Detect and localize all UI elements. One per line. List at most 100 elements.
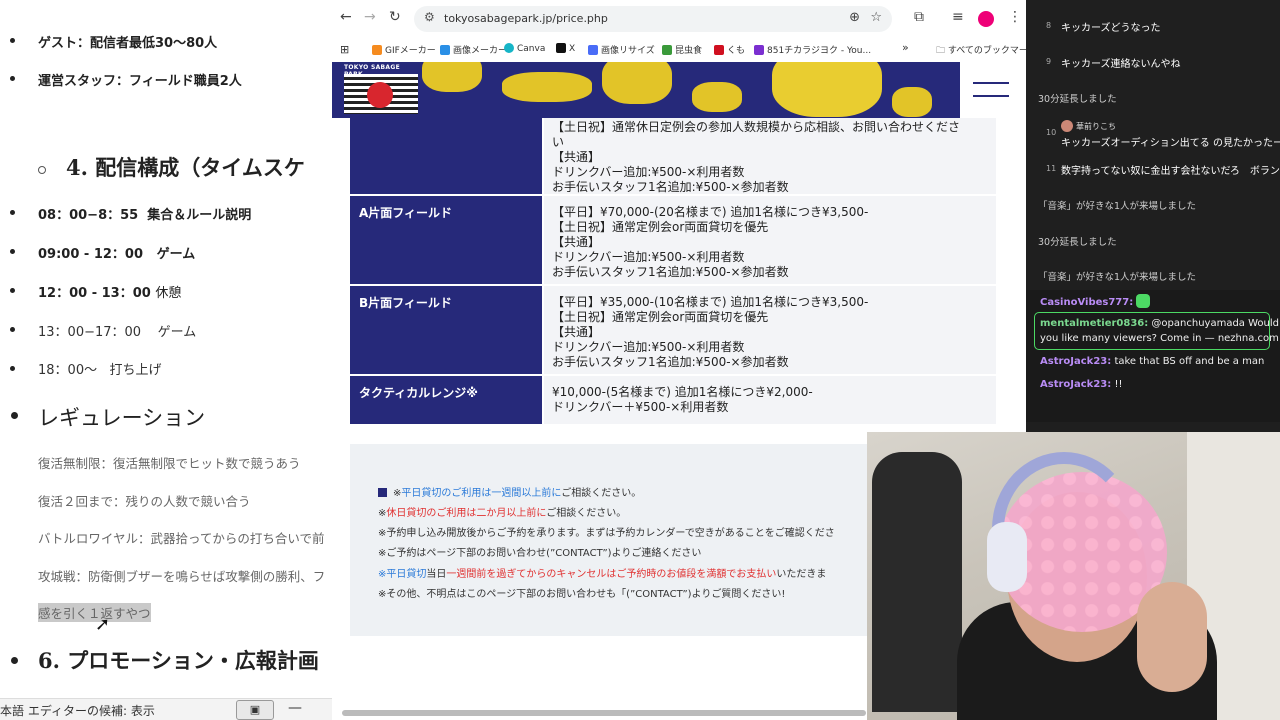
schedule-time: 08：00−8：55 [38, 208, 139, 223]
chat-text: キッカーズオーディション出てる の見たかったー [1061, 138, 1280, 149]
pricing-row: タクティカルレンジ※ ¥10,000-(5名様まで) 追加1名様につき¥2,00… [350, 376, 996, 424]
reload-icon[interactable]: ↻ [389, 9, 401, 25]
bookmark-item[interactable]: GIFメーカー [372, 43, 436, 56]
extensions-icon[interactable]: ⧉ [914, 9, 924, 25]
hamburger-icon[interactable] [960, 62, 1026, 118]
bookmark-item[interactable]: X [556, 43, 575, 54]
url-text[interactable]: tokyosabagepark.jp/price.php [444, 12, 608, 25]
note-text: ご相談ください。 [561, 488, 642, 499]
regulation-item: 攻城戦：防衛側ブザーを鳴らせば攻撃側の勝利、フ [38, 569, 326, 584]
pricing-row-detail: 【平日】¥35,000-(10名様まで) 追加1名様につき¥3,500- 【土日… [544, 286, 996, 374]
apps-grid-icon[interactable]: ⊞ [340, 43, 349, 56]
webcam-feed [867, 432, 1280, 720]
zoom-icon[interactable]: ⊕ [849, 10, 860, 25]
note-text: ご相談ください。 [546, 508, 627, 519]
back-icon[interactable]: ← [340, 9, 352, 25]
folder-icon: 🗀 [936, 46, 946, 56]
note-highlight: 平日貸切のご利用は一週間以上前に [401, 488, 562, 499]
system-text: 30分延長しました [1038, 94, 1117, 105]
profile-avatar[interactable] [978, 11, 994, 27]
bookmark-item[interactable]: 画像メーカー [440, 43, 507, 56]
note-text: 当日 [426, 569, 447, 580]
pricing-row-name: タクティカルレンジ※ [350, 376, 542, 424]
bookmark-item[interactable]: くも [714, 43, 745, 56]
section4-heading: 4. 配信構成（タイムスケ [66, 155, 305, 180]
menu-dots-icon[interactable]: ⋮ [1008, 9, 1022, 25]
editor-status-bar: 本語 エディターの候補: 表示 ▣ — [0, 698, 332, 720]
bookmark-label: 851チカラジヨク - You... [767, 46, 872, 56]
bookmarks-overflow-button[interactable]: » [902, 41, 909, 54]
bullet-dot [10, 38, 15, 43]
twitch-message: mentalmetier0836: @opanchuyamada Would [1040, 318, 1279, 329]
pricing-row: B片面フィールド 【平日】¥35,000-(10名様まで) 追加1名様につき¥3… [350, 286, 996, 374]
media-icon[interactable]: ≡ [952, 9, 964, 25]
pricing-row: A片面フィールド 【平日】¥70,000-(20名様まで) 追加1名様につき¥3… [350, 196, 996, 284]
bookmark-item[interactable]: Canva [504, 43, 545, 54]
twitch-text: @opanchuyamada Would [1151, 318, 1279, 329]
bookmark-item[interactable]: 851チカラジヨク - You... [754, 43, 871, 56]
pricing-row-detail: ¥10,000-(5名様まで) 追加1名様につき¥2,000- ドリンクバー＋¥… [544, 376, 996, 424]
pricing-row-name: B片面フィールド [350, 286, 542, 374]
detail-line: 【平日】¥35,000-(10名様まで) 追加1名様につき¥3,500- [552, 295, 869, 309]
chat-index: 9 [1046, 57, 1052, 66]
twitch-username: CasinoVibes777: [1040, 297, 1134, 308]
camo-pattern [892, 87, 932, 117]
note-highlight: 平日貸切 [386, 569, 427, 580]
all-bookmarks-label: すべてのブックマーク [947, 46, 1026, 56]
horizontal-scrollbar[interactable] [342, 710, 866, 716]
pricing-row-name [350, 118, 542, 194]
address-bar[interactable]: ⚙ tokyosabagepark.jp/price.php ⊕ ☆ [414, 6, 892, 32]
note-line: ※その他、不明点はこのページ下部のお問い合わせも「(”CONTACT”)よりご質… [378, 589, 786, 600]
schedule-row: 12：00 - 13：00 休憩 [38, 282, 181, 301]
detail-line: 【共通】 [552, 150, 601, 164]
bookmark-favicon [372, 45, 382, 55]
twitch-chat: CasinoVibes777: mentalmetier0836: @opanc… [1026, 290, 1280, 422]
pricing-row-name: A片面フィールド [350, 196, 542, 284]
twitch-message: AstroJack23: !! [1040, 379, 1122, 390]
chat-text: キッカーズどうなった [1061, 23, 1161, 34]
chat-message: 10 華前りこち キッカーズオーディション出てる の見たかったー [1026, 120, 1280, 150]
detail-line: 【平日】¥70,000-(20名様まで) 追加1名様につき¥3,500- [552, 205, 869, 219]
bookmark-label: くも [727, 46, 746, 56]
bookmark-favicon [504, 43, 514, 53]
page-view-icon[interactable]: ▣ [236, 700, 274, 720]
note-text: いただきま [776, 569, 827, 580]
bullet-dot [11, 657, 18, 664]
forward-icon[interactable]: → [364, 9, 376, 25]
regulation-item: バトルロワイヤル：武器拾ってからの打ち合いで前 [38, 531, 325, 546]
chat-index: 8 [1046, 21, 1052, 30]
system-text: 「音楽」が好きな1人が来場しました [1038, 201, 1197, 212]
bookmark-item[interactable]: 画像リサイズ [588, 43, 655, 56]
system-text: 30分延長しました [1038, 237, 1117, 248]
detail-line: ドリンクバー追加:¥500-×利用者数 [552, 165, 745, 179]
bookmark-label: Canva [517, 44, 546, 54]
bookmark-item[interactable]: 昆虫食 [662, 43, 702, 56]
twitch-text: !! [1114, 379, 1123, 390]
detail-line: お手伝いスタッフ1名追加:¥500-×参加者数 [552, 180, 789, 194]
schedule-text: 打ち上げ [109, 363, 162, 378]
all-bookmarks[interactable]: 🗀 すべてのブックマーク [936, 43, 1026, 59]
site-logo[interactable]: TOKYO SABAGE PARK [344, 64, 418, 116]
note-highlight: 一週間前を過ぎてからのキャンセルはご予約時のお値段を満額でお支払い [446, 569, 777, 580]
section6-heading: 6. プロモーション・広報計画 [38, 648, 319, 673]
schedule-time: 09:00 - 12：00 [38, 247, 144, 262]
schedule-text: ゲーム [157, 325, 197, 340]
chat-text: 数字持ってない奴に金出す会社ないだろ ボランティア [1061, 166, 1280, 177]
chat-panel: 8 キッカーズどうなった 9 キッカーズ連絡ないんやね 30分延長しました 10 華… [1026, 0, 1280, 432]
pricing-row: 【土日祝】通常休日定例会の参加人数規模から応相談、お問い合わせくださ い 【共通… [350, 118, 996, 194]
bookmark-favicon [556, 43, 566, 53]
twitch-message: CasinoVibes777: [1040, 294, 1151, 308]
system-text: 「音楽」が好きな1人が来場しました [1038, 272, 1197, 283]
schedule-text: ゲーム [156, 247, 196, 262]
webcam-headset-cup [987, 522, 1027, 592]
schedule-text: 集合＆ルール説明 [147, 208, 252, 223]
site-info-icon[interactable]: ⚙ [424, 10, 435, 24]
chat-text: キッカーズ連絡ないんやね [1061, 59, 1181, 70]
star-icon[interactable]: ☆ [870, 10, 882, 25]
bullet-dot [10, 366, 15, 371]
zoom-out-icon[interactable]: — [288, 700, 302, 716]
bookmarks-bar: ⊞ GIFメーカー 画像メーカー Canva X 画像リサイズ 昆虫食 くも 8… [332, 38, 1026, 63]
bookmark-favicon [714, 45, 724, 55]
regulation-item: 復活無制限：復活無制限でヒット数で競うあう [38, 456, 301, 471]
twitch-message: AstroJack23: take that BS off and be a m… [1040, 356, 1264, 367]
